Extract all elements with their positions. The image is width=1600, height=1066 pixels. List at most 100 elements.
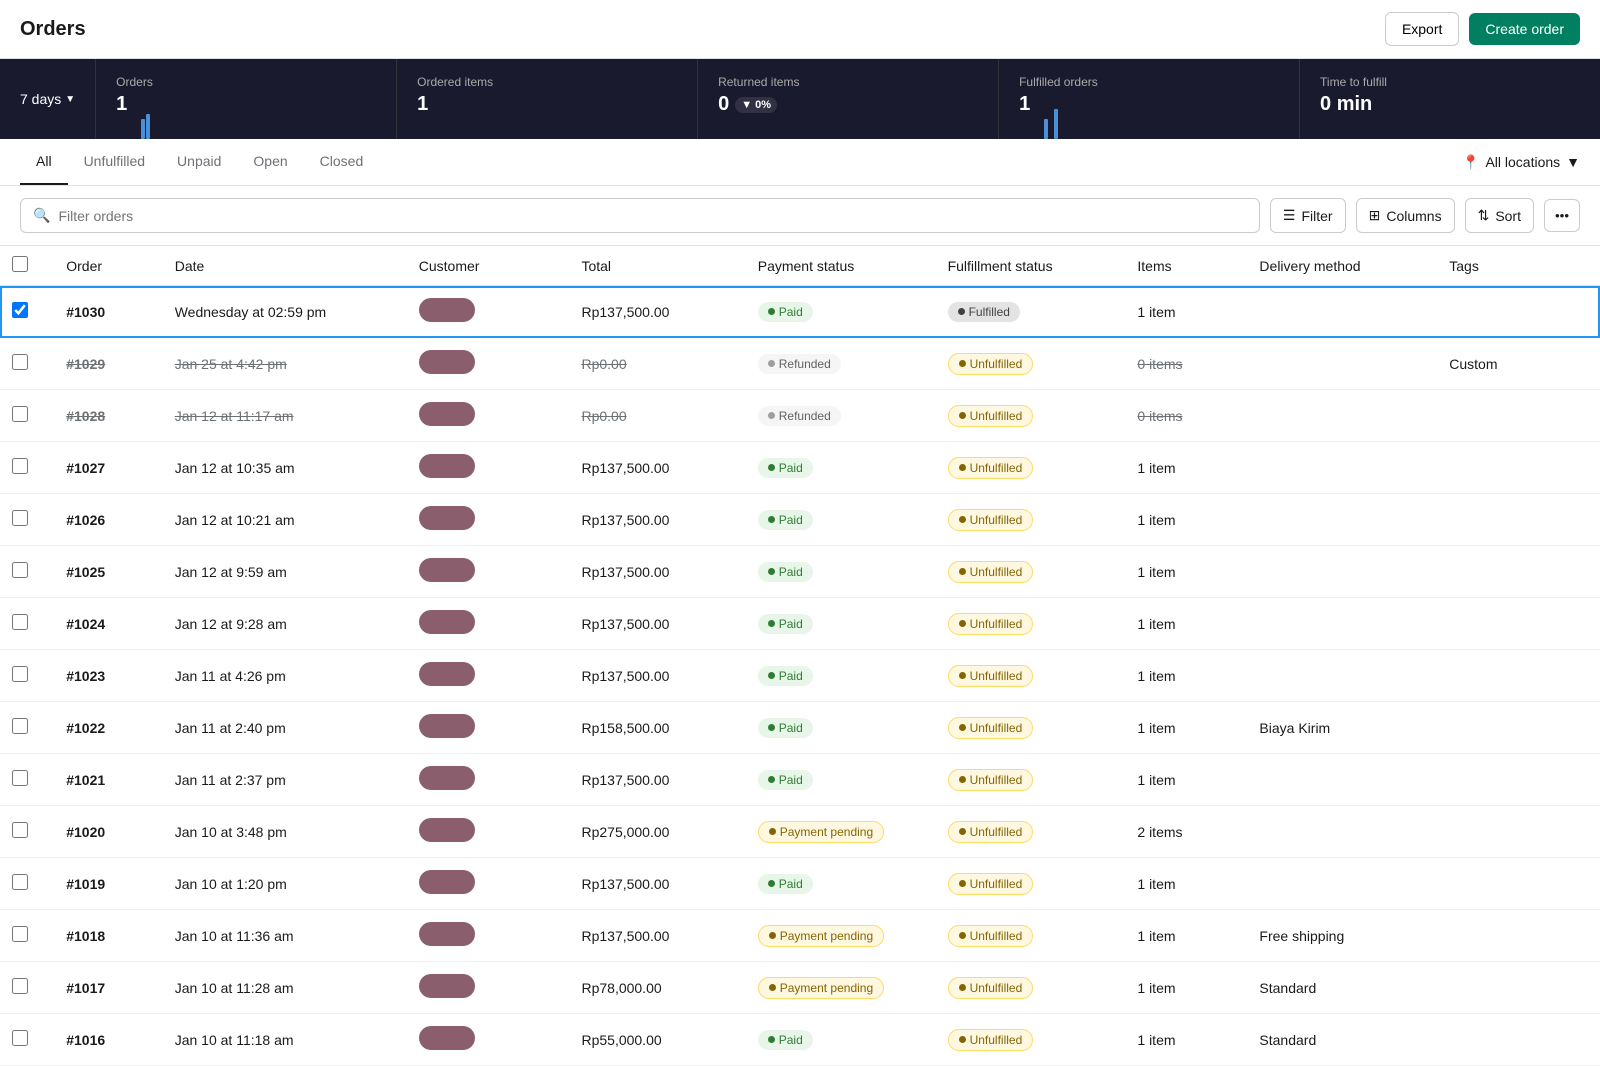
row-date: Jan 10 at 3:48 pm [163,806,407,858]
row-checkbox[interactable] [12,666,28,682]
row-order[interactable]: #1023 [54,650,162,702]
row-order[interactable]: #1030 [54,286,162,338]
row-checkbox[interactable] [12,1030,28,1046]
row-checkbox-cell[interactable] [0,494,54,546]
row-payment-status: Paid [746,858,936,910]
create-order-button[interactable]: Create order [1469,13,1580,45]
period-selector[interactable]: 7 days ▼ [0,59,96,139]
customer-avatar [419,818,475,842]
tab-open[interactable]: Open [237,139,303,185]
row-checkbox-cell[interactable] [0,442,54,494]
table-row[interactable]: #1019 Jan 10 at 1:20 pm Rp137,500.00 Pai… [0,858,1600,910]
row-order[interactable]: #1027 [54,442,162,494]
row-order[interactable]: #1025 [54,546,162,598]
row-order[interactable]: #1018 [54,910,162,962]
tab-closed[interactable]: Closed [304,139,380,185]
table-row[interactable]: #1029 Jan 25 at 4:42 pm Rp0.00 Refunded … [0,338,1600,390]
row-checkbox-cell[interactable] [0,650,54,702]
tab-unpaid[interactable]: Unpaid [161,139,237,185]
row-order[interactable]: #1022 [54,702,162,754]
row-checkbox[interactable] [12,822,28,838]
row-order[interactable]: #1026 [54,494,162,546]
row-checkbox[interactable] [12,406,28,422]
table-row[interactable]: #1030 Wednesday at 02:59 pm Rp137,500.00… [0,286,1600,338]
table-row[interactable]: #1017 Jan 10 at 11:28 am Rp78,000.00 Pay… [0,962,1600,1014]
row-date: Jan 12 at 10:35 am [163,442,407,494]
row-checkbox[interactable] [12,614,28,630]
table-row[interactable]: #1023 Jan 11 at 4:26 pm Rp137,500.00 Pai… [0,650,1600,702]
table-row[interactable]: #1024 Jan 12 at 9:28 am Rp137,500.00 Pai… [0,598,1600,650]
row-order[interactable]: #1024 [54,598,162,650]
row-order[interactable]: #1016 [54,1014,162,1066]
fulfillment-status-dot [958,308,965,315]
tab-all[interactable]: All [20,139,68,185]
page-title: Orders [20,18,86,41]
tab-unfulfilled[interactable]: Unfulfilled [68,139,161,185]
row-checkbox-cell[interactable] [0,546,54,598]
row-checkbox-cell[interactable] [0,390,54,442]
stat-orders-label: Orders [116,75,376,89]
select-all-header[interactable] [0,246,54,286]
row-order[interactable]: #1021 [54,754,162,806]
row-total: Rp137,500.00 [569,442,745,494]
row-order[interactable]: #1019 [54,858,162,910]
table-row[interactable]: #1028 Jan 12 at 11:17 am Rp0.00 Refunded… [0,390,1600,442]
row-total: Rp275,000.00 [569,806,745,858]
export-button[interactable]: Export [1385,12,1459,46]
more-options-button[interactable]: ••• [1544,199,1580,232]
row-customer [407,286,570,338]
table-row[interactable]: #1020 Jan 10 at 3:48 pm Rp275,000.00 Pay… [0,806,1600,858]
fulfillment-status-dot [959,776,966,783]
table-row[interactable]: #1022 Jan 11 at 2:40 pm Rp158,500.00 Pai… [0,702,1600,754]
sort-button[interactable]: ⇅ Sort [1465,198,1534,233]
row-checkbox-cell[interactable] [0,962,54,1014]
row-items: 0 items [1125,338,1247,390]
row-order[interactable]: #1017 [54,962,162,1014]
stat-ordered-items: Ordered items 1 [397,59,698,139]
row-checkbox[interactable] [12,770,28,786]
row-checkbox[interactable] [12,718,28,734]
row-payment-status: Paid [746,494,936,546]
search-box[interactable]: 🔍 [20,198,1260,233]
table-row[interactable]: #1018 Jan 10 at 11:36 am Rp137,500.00 Pa… [0,910,1600,962]
customer-avatar [419,558,475,582]
row-checkbox[interactable] [12,302,28,318]
payment-status-dot [768,464,775,471]
row-checkbox-cell[interactable] [0,338,54,390]
filter-button[interactable]: ☰ Filter [1270,198,1346,233]
row-checkbox[interactable] [12,926,28,942]
row-checkbox[interactable] [12,510,28,526]
table-row[interactable]: #1016 Jan 10 at 11:18 am Rp55,000.00 Pai… [0,1014,1600,1066]
row-date: Jan 10 at 11:36 am [163,910,407,962]
table-row[interactable]: #1025 Jan 12 at 9:59 am Rp137,500.00 Pai… [0,546,1600,598]
row-checkbox[interactable] [12,354,28,370]
row-checkbox[interactable] [12,562,28,578]
row-checkbox[interactable] [12,978,28,994]
payment-status-dot [768,412,775,419]
table-row[interactable]: #1021 Jan 11 at 2:37 pm Rp137,500.00 Pai… [0,754,1600,806]
row-checkbox-cell[interactable] [0,598,54,650]
search-input[interactable] [58,208,1246,224]
location-selector[interactable]: 📍 All locations ▼ [1462,154,1580,171]
customer-avatar [419,766,475,790]
row-checkbox-cell[interactable] [0,858,54,910]
row-checkbox-cell[interactable] [0,1014,54,1066]
row-payment-status: Refunded [746,338,936,390]
row-order[interactable]: #1028 [54,390,162,442]
row-checkbox-cell[interactable] [0,910,54,962]
row-checkbox-cell[interactable] [0,754,54,806]
row-order[interactable]: #1020 [54,806,162,858]
row-checkbox[interactable] [12,874,28,890]
row-checkbox-cell[interactable] [0,702,54,754]
row-checkbox[interactable] [12,458,28,474]
row-checkbox-cell[interactable] [0,286,54,338]
select-all-checkbox[interactable] [12,256,28,272]
table-row[interactable]: #1026 Jan 12 at 10:21 am Rp137,500.00 Pa… [0,494,1600,546]
sort-icon: ⇅ [1478,207,1490,224]
row-order[interactable]: #1029 [54,338,162,390]
row-total: Rp137,500.00 [569,598,745,650]
columns-button[interactable]: ⊞ Columns [1356,198,1455,233]
payment-status-dot [768,568,775,575]
row-checkbox-cell[interactable] [0,806,54,858]
table-row[interactable]: #1027 Jan 12 at 10:35 am Rp137,500.00 Pa… [0,442,1600,494]
